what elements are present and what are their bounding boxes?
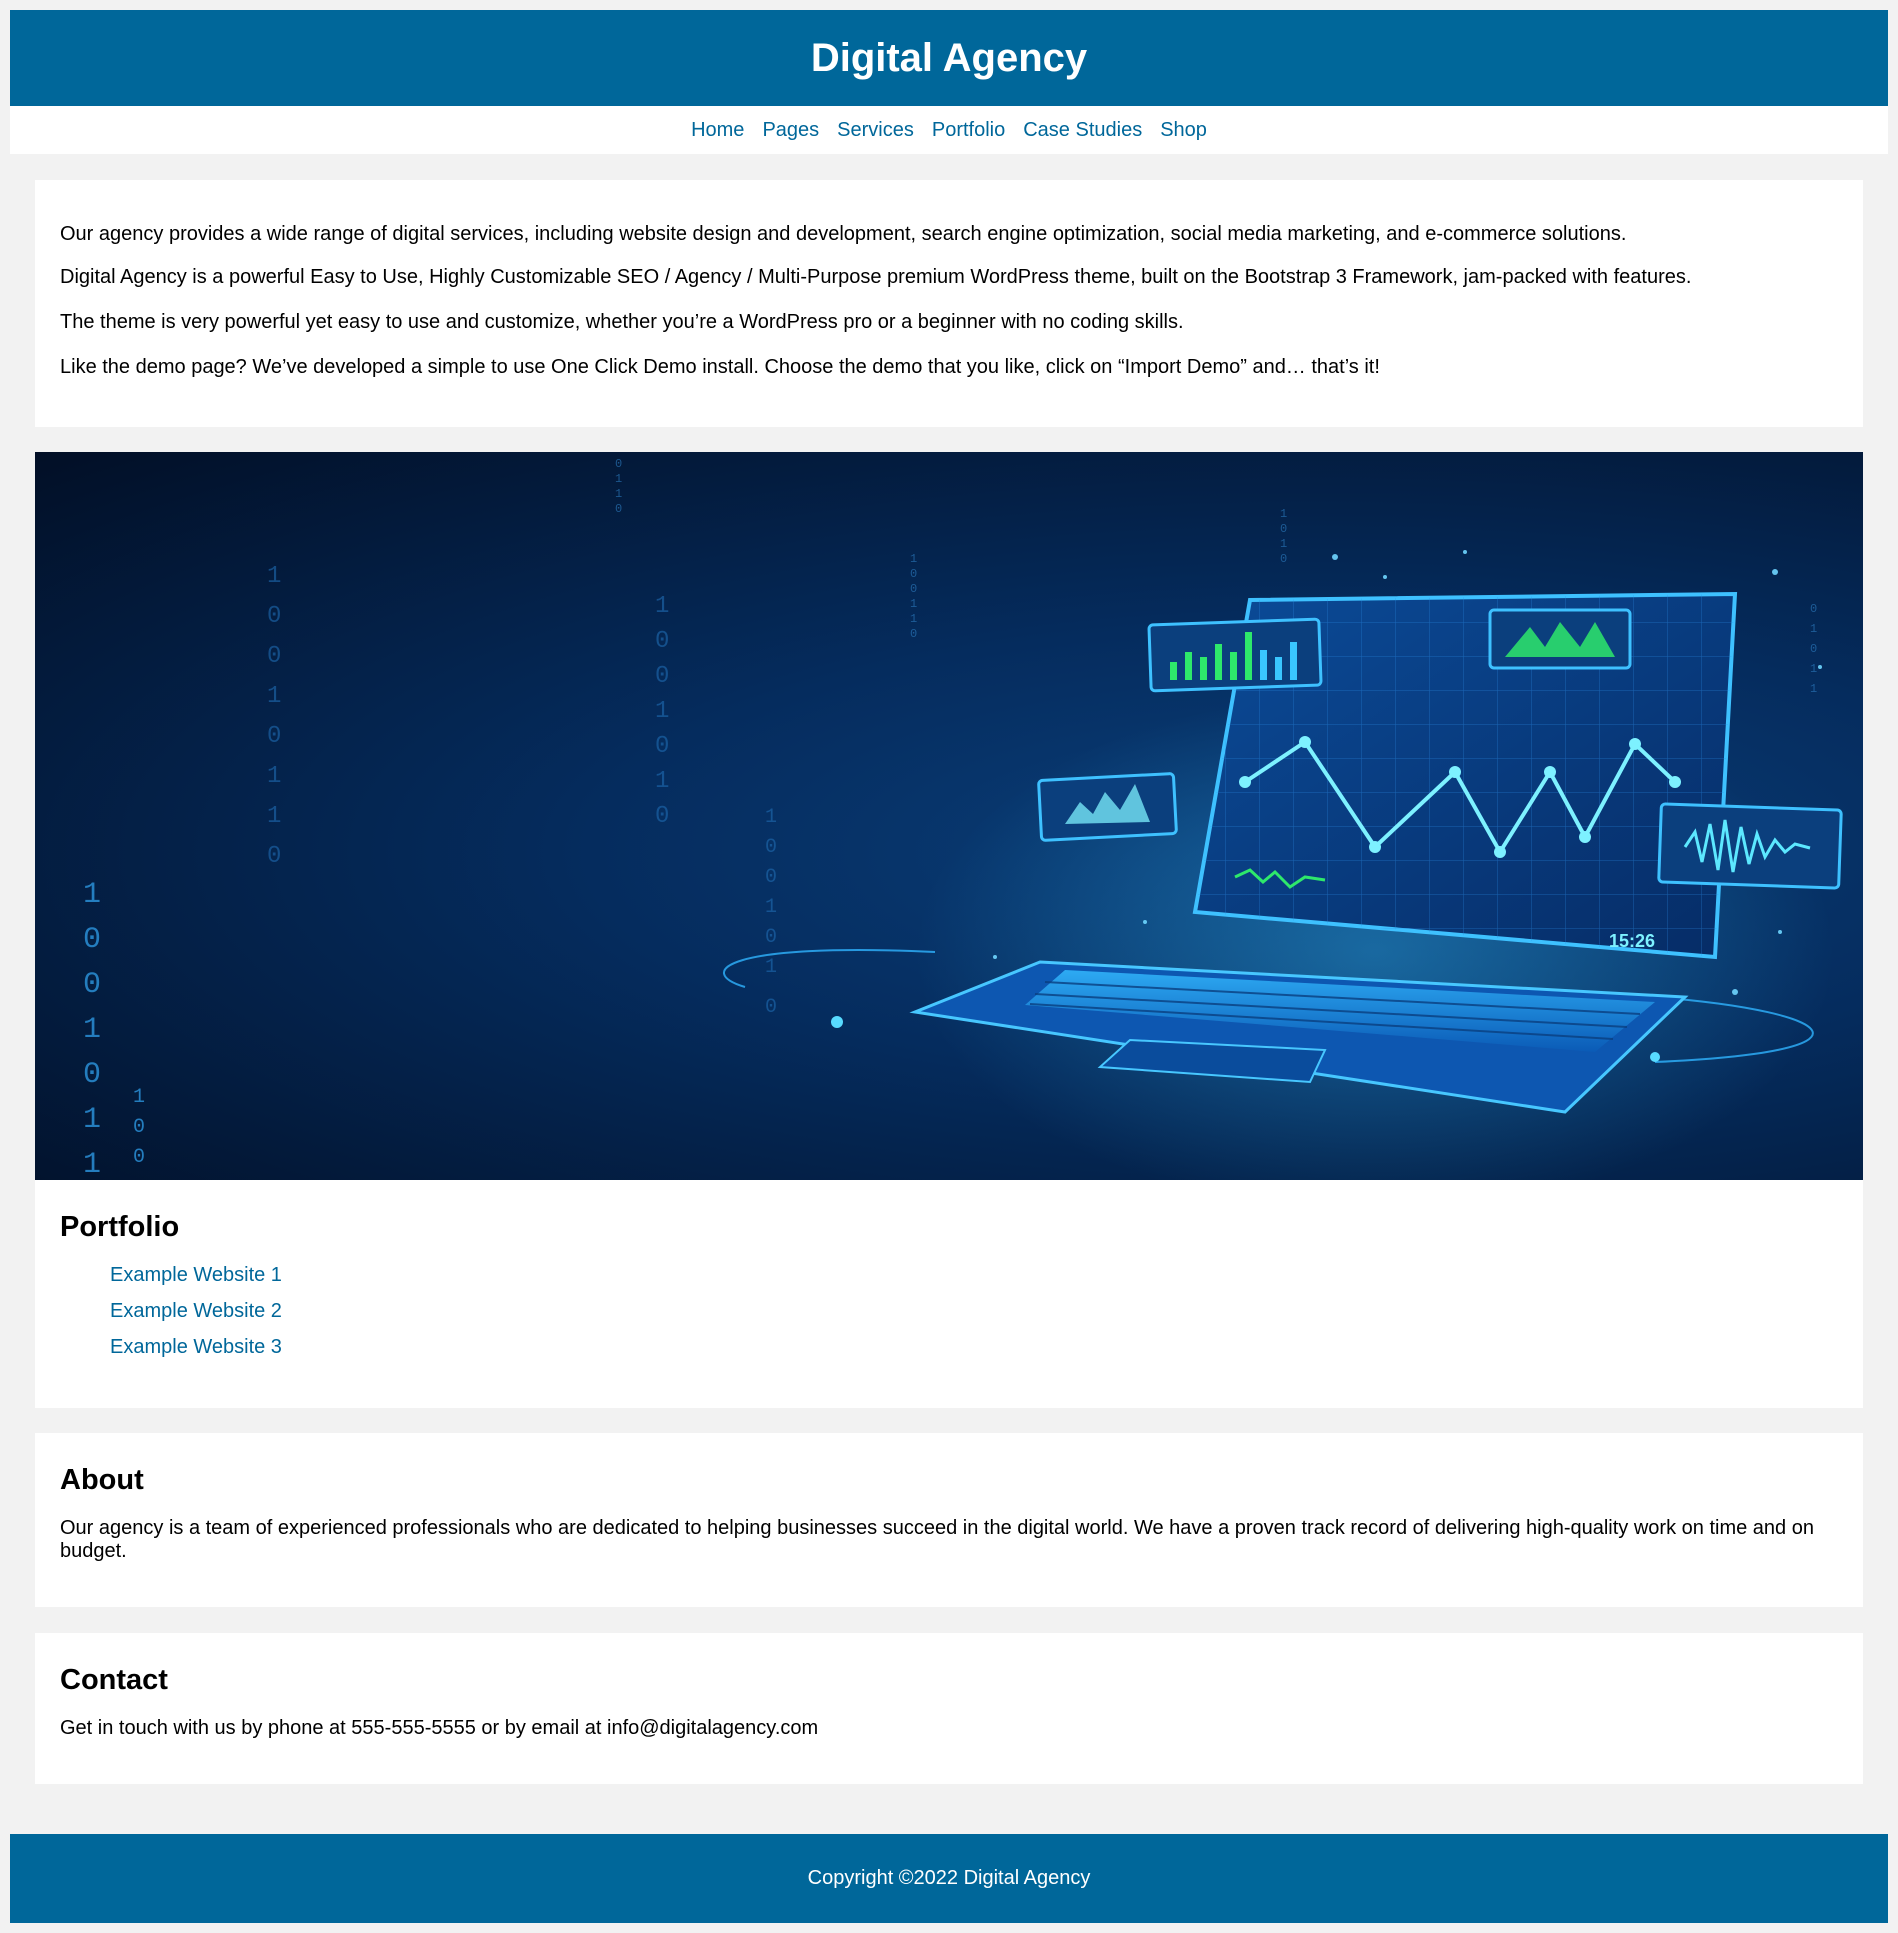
- portfolio-list: Example Website 1 Example Website 2 Exam…: [60, 1264, 1838, 1359]
- svg-text:0: 0: [1810, 602, 1817, 616]
- main-nav: Home Pages Services Portfolio Case Studi…: [10, 106, 1888, 154]
- list-item: Example Website 3: [110, 1336, 1838, 1359]
- svg-text:0: 0: [267, 843, 281, 870]
- svg-text:0: 0: [910, 567, 917, 581]
- nav-shop-link[interactable]: Shop: [1160, 119, 1207, 142]
- nav-case-studies-link[interactable]: Case Studies: [1023, 119, 1142, 142]
- svg-text:0: 0: [655, 663, 669, 690]
- nav-services-link[interactable]: Services: [837, 119, 914, 142]
- svg-text:0: 0: [765, 836, 777, 859]
- svg-text:1: 1: [910, 612, 917, 626]
- svg-text:1: 1: [765, 896, 777, 919]
- contact-section: Contact Get in touch with us by phone at…: [35, 1633, 1863, 1784]
- svg-text:0: 0: [133, 1146, 145, 1169]
- copyright-text: Copyright ©2022 Digital Agency: [807, 1867, 1091, 1889]
- svg-text:1: 1: [1280, 507, 1287, 521]
- svg-text:0: 0: [910, 582, 917, 596]
- svg-text:1: 1: [133, 1086, 145, 1109]
- svg-text:1: 1: [267, 683, 281, 710]
- svg-text:0: 0: [267, 723, 281, 750]
- portfolio-link[interactable]: Example Website 3: [110, 1336, 282, 1358]
- svg-text:1: 1: [1810, 682, 1817, 696]
- svg-text:1: 1: [655, 593, 669, 620]
- svg-text:1: 1: [83, 1103, 101, 1137]
- nav-portfolio-link[interactable]: Portfolio: [932, 119, 1005, 142]
- svg-text:0: 0: [655, 628, 669, 655]
- svg-text:1: 1: [615, 487, 622, 501]
- portfolio-link[interactable]: Example Website 2: [110, 1300, 282, 1322]
- svg-text:0: 0: [615, 457, 622, 471]
- intro-paragraph: The theme is very powerful yet easy to u…: [60, 311, 1184, 333]
- floating-bar-chart-card: [1147, 617, 1323, 693]
- binary-column-mid: 1 0 0 1 0 1 1 0 1 0 0 1 0 1 0 1 0 0 1 0 1 0: [267, 563, 777, 1019]
- floating-waveform-card: [1657, 802, 1843, 890]
- list-item: Example Website 2: [110, 1300, 1838, 1323]
- list-item: Example Website 1: [110, 1264, 1838, 1287]
- svg-text:0: 0: [83, 923, 101, 957]
- contact-text: Get in touch with us by phone at 555-555…: [60, 1717, 819, 1739]
- svg-text:1: 1: [1810, 622, 1817, 636]
- svg-text:0: 0: [83, 968, 101, 1002]
- svg-text:0: 0: [267, 603, 281, 630]
- svg-text:0: 0: [267, 643, 281, 670]
- svg-text:1: 1: [655, 768, 669, 795]
- about-section: About Our agency is a team of experience…: [35, 1433, 1863, 1607]
- nav-home-link[interactable]: Home: [691, 119, 744, 142]
- svg-text:0: 0: [133, 1116, 145, 1139]
- portfolio-section: Portfolio Example Website 1 Example Webs…: [35, 1180, 1863, 1408]
- svg-text:0: 0: [83, 1058, 101, 1092]
- contact-heading: Contact: [60, 1664, 168, 1696]
- svg-text:1: 1: [83, 878, 101, 912]
- intro-paragraph: Digital Agency is a powerful Easy to Use…: [60, 266, 1692, 288]
- svg-text:1: 1: [765, 806, 777, 829]
- svg-text:1: 1: [267, 563, 281, 590]
- svg-text:1: 1: [615, 472, 622, 486]
- svg-text:1: 1: [267, 763, 281, 790]
- site-footer: Copyright ©2022 Digital Agency: [10, 1834, 1888, 1923]
- floating-mountain-card: [1037, 772, 1178, 842]
- intro-paragraph: Our agency provides a wide range of digi…: [60, 223, 1627, 245]
- about-heading: About: [60, 1464, 144, 1496]
- svg-text:0: 0: [1810, 642, 1817, 656]
- svg-text:0: 0: [910, 627, 917, 641]
- site-frame: Digital Agency Home Pages Services Portf…: [10, 10, 1888, 154]
- hero-clock-text: 15:26: [1609, 931, 1655, 951]
- svg-text:1: 1: [267, 803, 281, 830]
- floating-area-chart-card: [1488, 608, 1632, 670]
- site-header: Digital Agency: [10, 10, 1888, 106]
- portfolio-heading: Portfolio: [60, 1211, 180, 1243]
- intro-section: Our agency provides a wide range of digi…: [35, 180, 1863, 427]
- nav-pages-link[interactable]: Pages: [762, 119, 819, 142]
- svg-text:1: 1: [1280, 537, 1287, 551]
- svg-text:0: 0: [765, 866, 777, 889]
- svg-text:0: 0: [615, 502, 622, 516]
- site-title: Digital Agency: [810, 35, 1088, 80]
- svg-text:0: 0: [1280, 522, 1287, 536]
- svg-text:0: 0: [765, 996, 777, 1019]
- svg-text:0: 0: [1280, 552, 1287, 566]
- laptop-analytics-illustration: 100 1011 100 100 10110 1001010 1001010 0…: [83, 457, 1843, 1180]
- svg-text:0: 0: [655, 803, 669, 830]
- svg-text:1: 1: [83, 1148, 101, 1180]
- svg-text:1: 1: [910, 597, 917, 611]
- svg-text:1: 1: [655, 698, 669, 725]
- svg-text:1: 1: [910, 552, 917, 566]
- svg-text:1: 1: [83, 1013, 101, 1047]
- portfolio-link[interactable]: Example Website 1: [110, 1264, 282, 1286]
- binary-column-left: 1 0 0 1 0 1 1 1 0 0: [83, 878, 145, 1180]
- svg-text:1: 1: [765, 956, 777, 979]
- about-text: Our agency is a team of experienced prof…: [60, 1517, 1814, 1562]
- svg-text:0: 0: [655, 733, 669, 760]
- svg-text:0: 0: [765, 926, 777, 949]
- intro-paragraph: Like the demo page? We’ve developed a si…: [60, 356, 1380, 378]
- svg-text:1: 1: [1810, 662, 1817, 676]
- hero-image: 100 1011 100 100 10110 1001010 1001010 0…: [35, 452, 1863, 1180]
